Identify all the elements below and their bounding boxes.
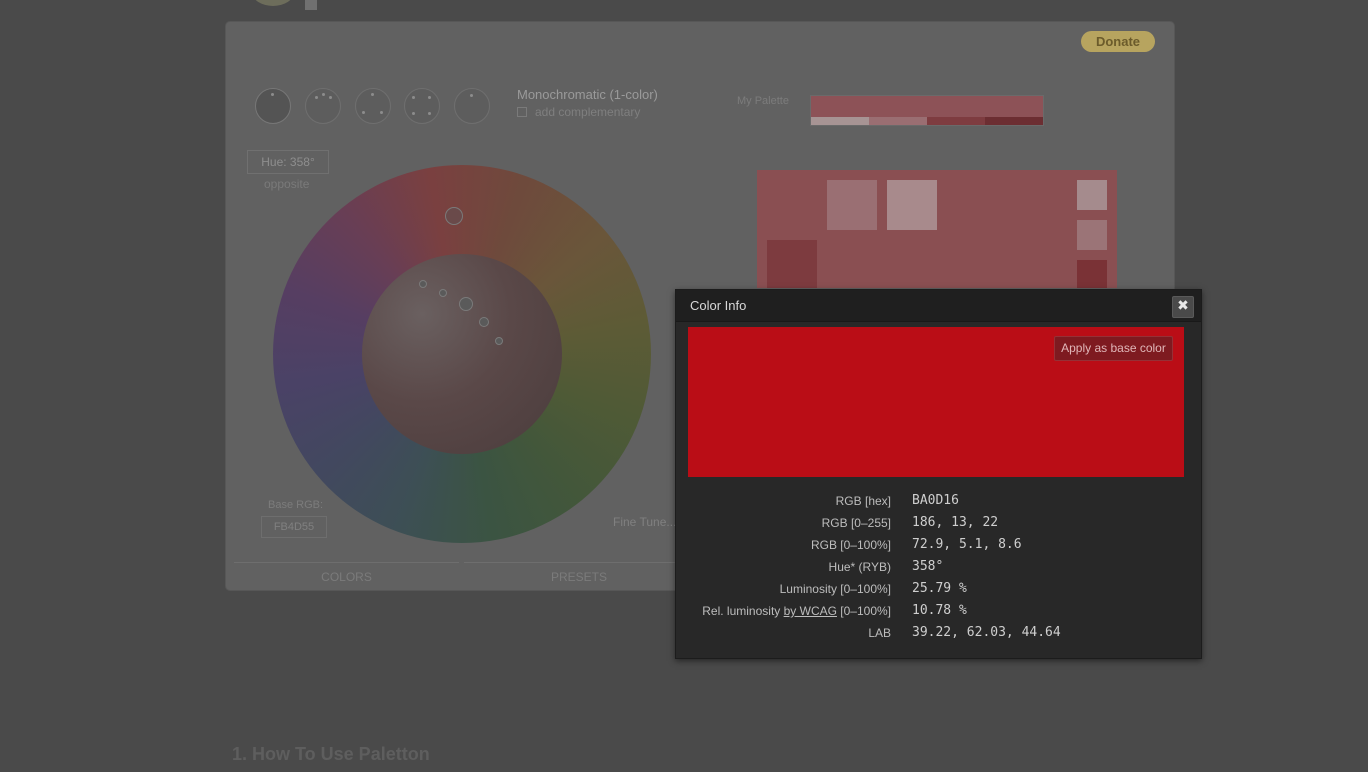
info-value: BA0D16 (912, 493, 959, 508)
dialog-title: Color Info (690, 298, 747, 313)
info-row-luminosity: Luminosity [0–100%] 25.79 % (676, 581, 1201, 602)
info-label-suffix: [0–100%] (836, 604, 891, 618)
info-row-hue: Hue* (RYB) 358° (676, 559, 1201, 580)
info-label: Luminosity [0–100%] (779, 582, 891, 596)
info-value: 10.78 % (912, 603, 967, 618)
info-label: RGB [0–100%] (810, 538, 891, 552)
info-label: RGB [0–255] (821, 516, 891, 530)
info-row-lab: LAB 39.22, 62.03, 44.64 (676, 625, 1201, 646)
info-value: 25.79 % (912, 581, 967, 596)
info-label: LAB (868, 626, 891, 640)
info-value: 72.9, 5.1, 8.6 (912, 537, 1022, 552)
info-row-rgb-255: RGB [0–255] 186, 13, 22 (676, 515, 1201, 536)
info-value: 186, 13, 22 (912, 515, 999, 530)
info-label: RGB [hex] (835, 494, 891, 508)
info-value: 39.22, 62.03, 44.64 (912, 625, 1061, 640)
info-row-rgb-percent: RGB [0–100%] 72.9, 5.1, 8.6 (676, 537, 1201, 558)
info-value: 358° (912, 559, 944, 574)
wcag-link[interactable]: by WCAG (784, 604, 837, 618)
color-info-dialog: Color Info ✖ Apply as base color RGB [he… (675, 289, 1202, 659)
info-label: Rel. luminosity by WCAG [0–100%] (702, 604, 891, 618)
dialog-header: Color Info ✖ (676, 290, 1201, 322)
info-label: Hue* (RYB) (828, 560, 891, 574)
info-row-rel-luminosity: Rel. luminosity by WCAG [0–100%] 10.78 % (676, 603, 1201, 624)
close-icon[interactable]: ✖ (1172, 296, 1194, 318)
apply-as-base-color-button[interactable]: Apply as base color (1054, 336, 1173, 361)
info-row-rgb-hex: RGB [hex] BA0D16 (676, 493, 1201, 514)
color-swatch: Apply as base color (688, 327, 1184, 477)
info-label-prefix: Rel. luminosity (702, 604, 784, 618)
